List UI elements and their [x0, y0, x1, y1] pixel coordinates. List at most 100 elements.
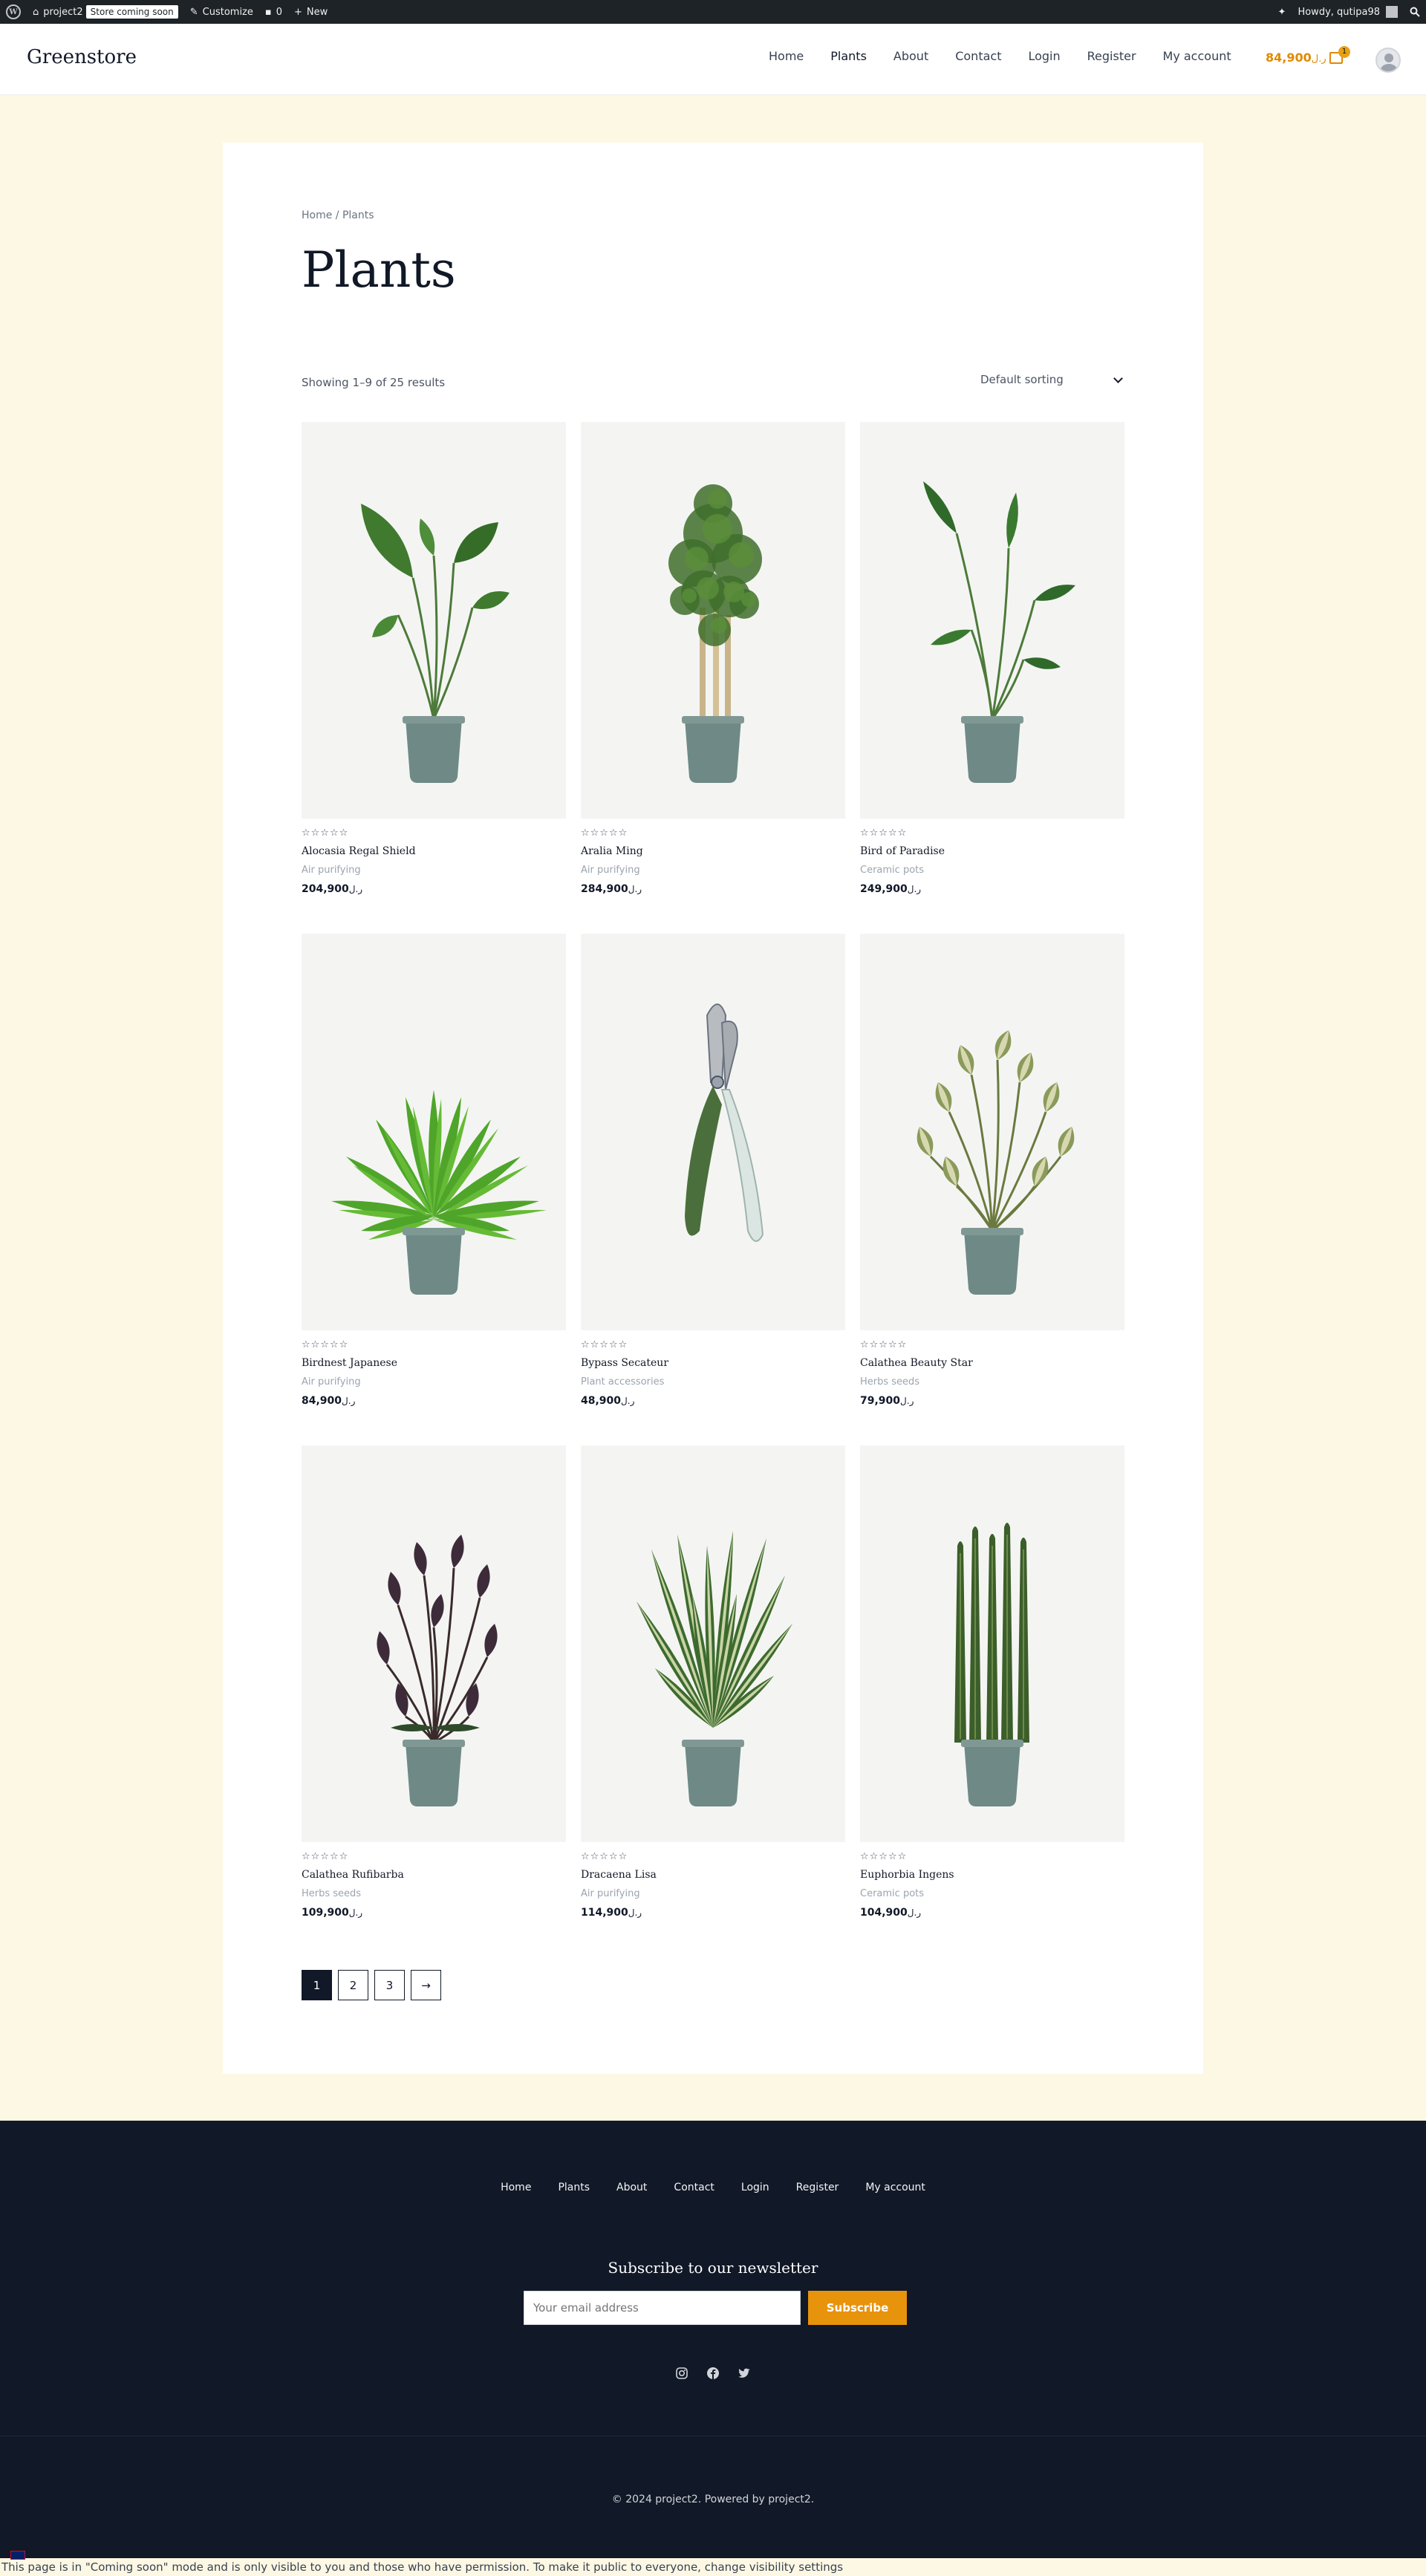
footer-nav-home[interactable]: Home — [501, 2182, 531, 2193]
product-image[interactable] — [860, 1445, 1124, 1842]
admin-new[interactable]: + New — [288, 0, 333, 24]
product-card[interactable]: ☆☆☆☆☆ Calathea Rufibarba Herbs seeds ر.ل109… — [302, 1445, 566, 1919]
next-page-arrow[interactable]: → — [411, 1970, 441, 2000]
currency-symbol: ر.ل — [907, 884, 922, 894]
product-category[interactable]: Plant accessories — [581, 1376, 845, 1388]
product-name[interactable]: Dracaena Lisa — [581, 1869, 845, 1881]
product-category[interactable]: Herbs seeds — [860, 1376, 1124, 1388]
product-rating: ☆☆☆☆☆ — [302, 1339, 349, 1350]
footer-nav-register[interactable]: Register — [796, 2182, 839, 2193]
product-price: ر.ل48,900 — [581, 1395, 845, 1407]
comment-icon: ▪ — [264, 6, 272, 18]
page-title: Plants — [302, 241, 456, 299]
nav-contact[interactable]: Contact — [955, 49, 1001, 63]
product-card[interactable]: ☆☆☆☆☆ Euphorbia Ingens Ceramic pots ر.ل104,… — [860, 1445, 1124, 1919]
product-category[interactable]: Air purifying — [581, 865, 845, 876]
notice-text: This page is in "Coming soon" mode and i… — [1, 2560, 705, 2574]
product-image[interactable] — [302, 422, 566, 819]
footer-nav-login[interactable]: Login — [741, 2182, 769, 2193]
store-status-badge[interactable]: Store coming soon — [85, 5, 178, 19]
chevron-down-icon — [1113, 373, 1123, 383]
nav-home[interactable]: Home — [769, 49, 804, 63]
nav-plants[interactable]: Plants — [830, 49, 867, 63]
currency-symbol: ر.ل — [621, 1396, 635, 1406]
product-rating: ☆☆☆☆☆ — [302, 1851, 349, 1862]
currency-symbol: ر.ل — [628, 884, 642, 894]
product-price-value: 84,900 — [302, 1395, 342, 1407]
page-1[interactable]: 1 — [302, 1970, 332, 2000]
product-price: ر.ل284,900 — [581, 883, 845, 895]
sorting-value: Default sorting — [980, 373, 1064, 386]
product-name[interactable]: Bypass Secateur — [581, 1357, 845, 1369]
product-category[interactable]: Ceramic pots — [860, 865, 1124, 876]
wordpress-logo-icon[interactable]: W — [0, 0, 27, 24]
product-card[interactable]: ☆☆☆☆☆ Bypass Secateur Plant accessories ر.ل… — [581, 934, 845, 1407]
breadcrumb[interactable]: Home / Plants — [302, 209, 374, 221]
page-3[interactable]: 3 — [374, 1970, 405, 2000]
social-links — [0, 2366, 1426, 2381]
product-name[interactable]: Calathea Beauty Star — [860, 1357, 1124, 1369]
subscribe-button[interactable]: Subscribe — [808, 2291, 907, 2325]
product-card[interactable]: ☆☆☆☆☆ Bird of Paradise Ceramic pots ر.ل249,… — [860, 422, 1124, 895]
product-name[interactable]: Birdnest Japanese — [302, 1357, 566, 1369]
admin-customize[interactable]: ✎ Customize — [184, 0, 259, 24]
product-price-value: 249,900 — [860, 883, 908, 895]
site-logo[interactable]: Greenstore — [27, 46, 137, 68]
product-price: ر.ل109,900 — [302, 1907, 566, 1919]
product-image[interactable] — [581, 1445, 845, 1842]
visibility-settings-link[interactable]: change visibility settings — [705, 2560, 843, 2574]
product-card[interactable]: ☆☆☆☆☆ Dracaena Lisa Air purifying ر.ل114,90… — [581, 1445, 845, 1919]
product-category[interactable]: Ceramic pots — [860, 1888, 1124, 1899]
newsletter-email-input[interactable] — [524, 2291, 801, 2325]
instagram-icon[interactable] — [674, 2366, 689, 2381]
plus-icon: + — [293, 6, 302, 18]
footer-nav-about[interactable]: About — [616, 2182, 647, 2193]
admin-comments[interactable]: ▪ 0 — [259, 0, 288, 24]
user-avatar-icon[interactable] — [1375, 48, 1401, 73]
product-price-value: 109,900 — [302, 1907, 349, 1919]
newsletter-title: Subscribe to our newsletter — [608, 2259, 818, 2277]
product-card[interactable]: ☆☆☆☆☆ Calathea Beauty Star Herbs seeds ر.ل7… — [860, 934, 1124, 1407]
flag-icon[interactable] — [10, 2551, 25, 2560]
product-category[interactable]: Herbs seeds — [302, 1888, 566, 1899]
search-icon[interactable] — [1404, 0, 1426, 24]
nav-my-account[interactable]: My account — [1163, 49, 1231, 63]
page-2[interactable]: 2 — [338, 1970, 368, 2000]
product-category[interactable]: Air purifying — [302, 865, 566, 876]
product-category[interactable]: Air purifying — [581, 1888, 845, 1899]
twitter-icon[interactable] — [737, 2366, 752, 2381]
nav-login[interactable]: Login — [1028, 49, 1060, 63]
footer-nav-my-account[interactable]: My account — [865, 2182, 925, 2193]
admin-site-name[interactable]: ⌂ project2 Store coming soon — [27, 0, 184, 24]
sparkle-icon[interactable]: ✦ — [1272, 0, 1292, 24]
product-image[interactable] — [860, 422, 1124, 819]
nav-about[interactable]: About — [893, 49, 928, 63]
product-image[interactable] — [581, 422, 845, 819]
product-name[interactable]: Bird of Paradise — [860, 845, 1124, 857]
product-card[interactable]: ☆☆☆☆☆ Aralia Ming Air purifying ر.ل284,900 — [581, 422, 845, 895]
product-name[interactable]: Calathea Rufibarba — [302, 1869, 566, 1881]
product-name[interactable]: Aralia Ming — [581, 845, 845, 857]
product-image[interactable] — [581, 934, 845, 1330]
product-name[interactable]: Alocasia Regal Shield — [302, 845, 566, 857]
nav-register[interactable]: Register — [1087, 49, 1136, 63]
product-name[interactable]: Euphorbia Ingens — [860, 1869, 1124, 1881]
facebook-icon[interactable] — [706, 2366, 720, 2381]
product-image[interactable] — [302, 934, 566, 1330]
result-count: Showing 1–9 of 25 results — [302, 376, 446, 389]
product-image[interactable] — [302, 1445, 566, 1842]
product-price-value: 284,900 — [581, 883, 628, 895]
admin-account[interactable]: Howdy, qutipa98 — [1292, 0, 1404, 24]
footer-nav-contact[interactable]: Contact — [674, 2182, 714, 2193]
footer-nav-plants[interactable]: Plants — [558, 2182, 590, 2193]
currency-symbol: ر.ل — [1311, 53, 1326, 65]
cart-total[interactable]: ر.ل84,900 — [1266, 51, 1326, 65]
product-card[interactable]: ☆☆☆☆☆ Alocasia Regal Shield Air purifying ر… — [302, 422, 566, 895]
product-price-value: 114,900 — [581, 1907, 628, 1919]
product-price-value: 48,900 — [581, 1395, 622, 1407]
product-category[interactable]: Air purifying — [302, 1376, 566, 1388]
sorting-select[interactable]: Default sorting — [973, 367, 1126, 392]
product-card[interactable]: ☆☆☆☆☆ Birdnest Japanese Air purifying ر.ل84… — [302, 934, 566, 1407]
product-image[interactable] — [860, 934, 1124, 1330]
product-price: ر.ل79,900 — [860, 1395, 1124, 1407]
